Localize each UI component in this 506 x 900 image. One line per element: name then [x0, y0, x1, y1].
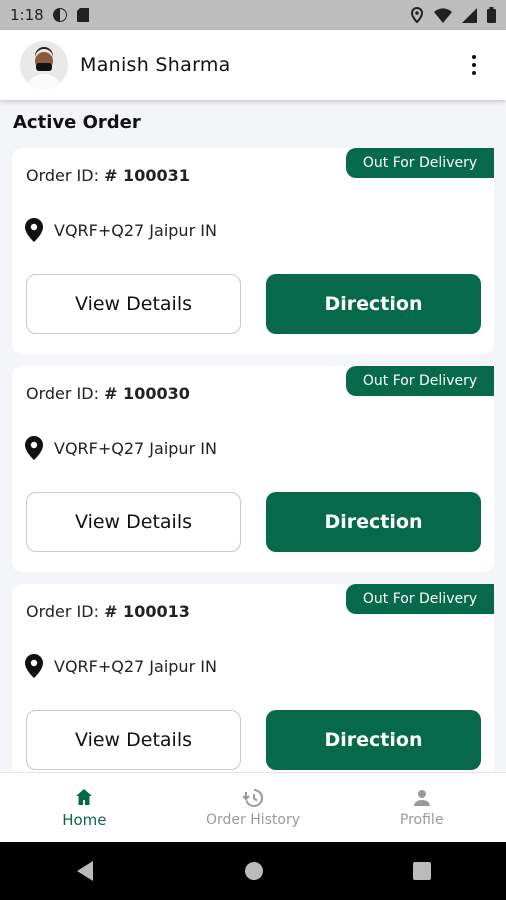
- battery-icon: [487, 7, 496, 23]
- location-text: VQRF+Q27 Jaipur IN: [54, 438, 217, 458]
- status-bar: 1:18: [0, 0, 506, 30]
- user-name: Manish Sharma: [80, 54, 231, 76]
- app-header: Manish Sharma: [0, 30, 506, 100]
- home-icon: [76, 789, 93, 805]
- location-pin-icon: [25, 436, 43, 460]
- order-id-value: # 100030: [104, 384, 190, 403]
- nav-order-history-label: Order History: [205, 812, 301, 828]
- order-card: Out For Delivery Order ID: # 100030 VQRF…: [12, 366, 494, 572]
- order-id: Order ID: # 100030: [26, 384, 190, 403]
- order-id-value: # 100013: [104, 602, 190, 621]
- order-id-label: Order ID:: [26, 602, 99, 621]
- back-icon[interactable]: [75, 860, 95, 882]
- sim-card-icon: [76, 8, 89, 22]
- order-id-label: Order ID:: [26, 384, 99, 403]
- more-options-icon[interactable]: [464, 50, 484, 80]
- location-text: VQRF+Q27 Jaipur IN: [54, 220, 217, 240]
- history-icon: [242, 789, 263, 807]
- avatar[interactable]: [20, 41, 68, 89]
- view-details-button[interactable]: View Details: [26, 492, 241, 552]
- view-details-button[interactable]: View Details: [26, 274, 241, 334]
- status-time: 1:18: [10, 6, 44, 24]
- nav-profile-label: Profile: [399, 812, 444, 828]
- status-badge: Out For Delivery: [346, 584, 494, 614]
- recents-icon[interactable]: [413, 862, 432, 880]
- order-location: VQRF+Q27 Jaipur IN: [24, 436, 217, 460]
- order-id-label: Order ID:: [26, 166, 99, 185]
- home-circle-icon[interactable]: [244, 861, 264, 881]
- location-pin-icon: [25, 218, 43, 242]
- status-badge: Out For Delivery: [346, 148, 494, 178]
- data-saver-icon: [52, 8, 67, 22]
- location-text: VQRF+Q27 Jaipur IN: [54, 656, 217, 676]
- order-id-value: # 100031: [104, 166, 190, 185]
- order-card: Out For Delivery Order ID: # 100031 VQRF…: [12, 148, 494, 354]
- orders-list[interactable]: Out For Delivery Order ID: # 100031 VQRF…: [12, 148, 494, 772]
- signal-icon: [462, 7, 477, 23]
- order-card: Out For Delivery Order ID: # 100013 VQRF…: [12, 584, 494, 772]
- direction-button[interactable]: Direction: [266, 274, 481, 334]
- wifi-icon: [434, 7, 452, 23]
- status-badge: Out For Delivery: [346, 366, 494, 396]
- location-status-icon: [410, 7, 424, 23]
- location-pin-icon: [25, 654, 43, 678]
- nav-home-label: Home: [62, 811, 107, 829]
- nav-home[interactable]: Home: [0, 773, 169, 843]
- direction-button[interactable]: Direction: [266, 710, 481, 770]
- view-details-button[interactable]: View Details: [26, 710, 241, 770]
- nav-order-history[interactable]: Order History: [169, 773, 338, 843]
- order-id: Order ID: # 100031: [26, 166, 190, 185]
- bottom-navigation: Home Order History Profile: [0, 772, 506, 843]
- direction-button[interactable]: Direction: [266, 492, 481, 552]
- person-icon: [413, 790, 430, 806]
- order-location: VQRF+Q27 Jaipur IN: [24, 218, 217, 242]
- system-navigation-bar: [0, 842, 506, 900]
- section-title: Active Order: [13, 112, 141, 133]
- order-location: VQRF+Q27 Jaipur IN: [24, 654, 217, 678]
- nav-profile[interactable]: Profile: [337, 773, 506, 843]
- order-id: Order ID: # 100013: [26, 602, 190, 621]
